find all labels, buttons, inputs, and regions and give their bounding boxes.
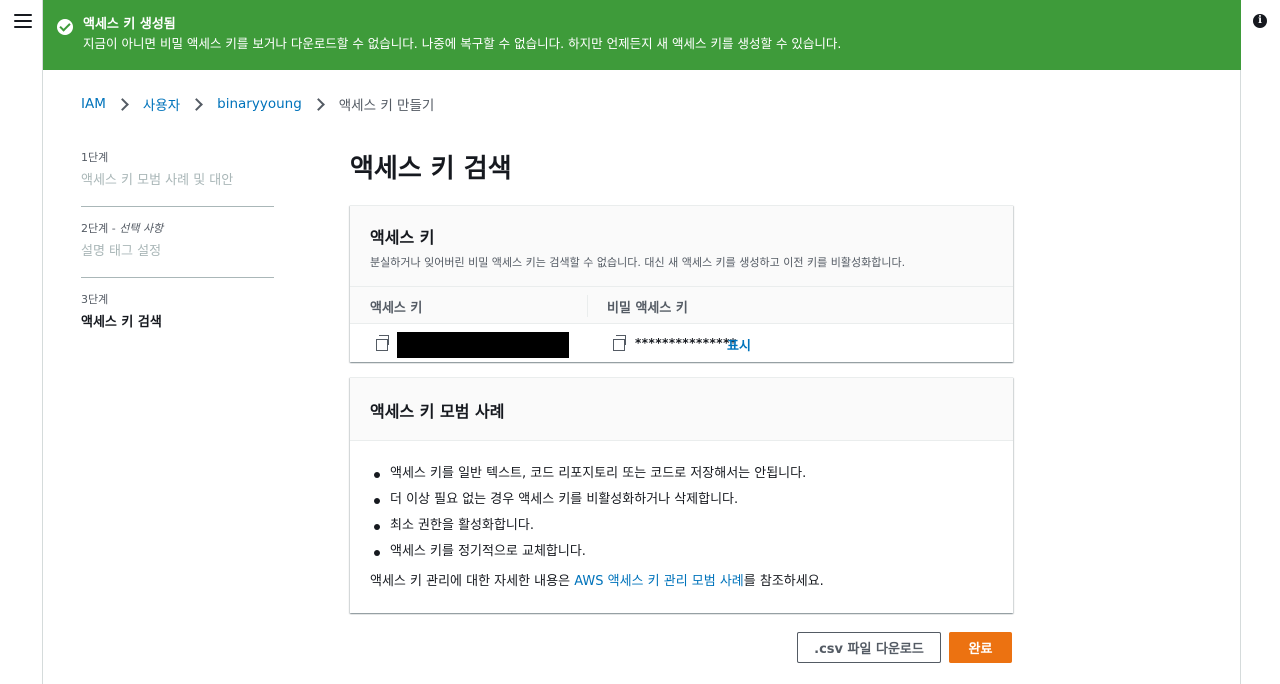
step-2-number-text: 2단계 -	[81, 222, 120, 235]
left-navigation-rail	[0, 0, 43, 684]
list-item: 액세스 키를 정기적으로 교체합니다.	[370, 539, 993, 565]
step-1-number: 1단계	[81, 151, 109, 164]
note-suffix: 를 참조하세요.	[743, 574, 824, 589]
check-circle-icon	[57, 19, 73, 35]
secret-key-masked: ***************	[635, 336, 737, 350]
access-key-panel: 액세스 키 분실하거나 잊어버린 비밀 액세스 키는 검색할 수 없습니다. 대…	[350, 205, 1013, 362]
access-key-panel-header: 액세스 키 분실하거나 잊어버린 비밀 액세스 키는 검색할 수 없습니다. 대…	[350, 206, 1013, 286]
success-flash-banner: 액세스 키 생성됨 지금이 아니면 비밀 액세스 키를 보거나 다운로드할 수 …	[43, 0, 1241, 70]
best-practices-panel: 액세스 키 모범 사례 액세스 키를 일반 텍스트, 코드 리포지토리 또는 코…	[350, 377, 1013, 613]
chevron-right-icon	[116, 97, 129, 111]
breadcrumb-current: 액세스 키 만들기	[338, 98, 435, 114]
best-practices-title: 액세스 키 모범 사례	[370, 402, 505, 421]
note-prefix: 액세스 키 관리에 대한 자세한 내용은	[370, 574, 575, 589]
show-secret-link[interactable]: 표시	[727, 335, 751, 354]
access-key-panel-title: 액세스 키	[370, 228, 435, 247]
right-help-rail: i	[1240, 0, 1280, 684]
best-practices-note: 액세스 키 관리에 대한 자세한 내용은 AWS 액세스 키 관리 모범 사례를…	[370, 569, 993, 595]
flash-title: 액세스 키 생성됨	[83, 17, 176, 32]
breadcrumb-users[interactable]: 사용자	[143, 94, 180, 114]
key-table-header: 액세스 키 비밀 액세스 키	[350, 286, 1013, 324]
info-icon[interactable]: i	[1253, 14, 1267, 28]
column-divider	[587, 295, 588, 317]
col-access-key: 액세스 키	[370, 301, 423, 316]
step-3-number: 3단계	[81, 293, 109, 306]
chevron-right-icon	[311, 97, 325, 111]
hamburger-menu-icon[interactable]	[14, 14, 32, 30]
download-csv-button[interactable]: .csv 파일 다운로드	[797, 632, 941, 663]
best-practices-header: 액세스 키 모범 사례	[350, 378, 1013, 441]
chevron-right-icon	[190, 97, 204, 111]
copy-secret-key-icon[interactable]	[613, 335, 626, 351]
best-practices-link[interactable]: AWS 액세스 키 관리 모범 사례	[574, 574, 744, 589]
redacted-access-key	[397, 332, 569, 358]
page-title: 액세스 키 검색	[350, 154, 512, 184]
access-key-panel-subtitle: 분실하거나 잊어버린 비밀 액세스 키는 검색할 수 없습니다. 대신 새 액세…	[370, 256, 906, 269]
step-3: 3단계 액세스 키 검색	[81, 292, 274, 348]
list-item: 최소 권한을 활성화합니다.	[370, 513, 993, 539]
best-practices-body: 액세스 키를 일반 텍스트, 코드 리포지토리 또는 코드로 저장해서는 안됩니…	[350, 441, 1013, 595]
step-2: 2단계 - 선택 사항 설명 태그 설정	[81, 221, 274, 278]
wizard-steps: 1단계 액세스 키 모범 사례 및 대안 2단계 - 선택 사항 설명 태그 설…	[81, 150, 274, 362]
key-table-row: *************** 표시	[350, 324, 1013, 363]
list-item: 액세스 키를 일반 텍스트, 코드 리포지토리 또는 코드로 저장해서는 안됩니…	[370, 461, 993, 487]
step-2-number: 2단계 - 선택 사항	[81, 221, 274, 237]
list-item: 더 이상 필요 없는 경우 액세스 키를 비활성화하거나 삭제합니다.	[370, 487, 993, 513]
col-secret-key: 비밀 액세스 키	[607, 301, 688, 316]
breadcrumb-user[interactable]: binaryyoung	[217, 96, 302, 112]
step-2-title: 설명 태그 설정	[81, 244, 162, 259]
flash-description: 지금이 아니면 비밀 액세스 키를 보거나 다운로드할 수 없습니다. 나중에 …	[83, 36, 842, 51]
done-button[interactable]: 완료	[949, 632, 1012, 663]
step-3-title: 액세스 키 검색	[81, 315, 162, 330]
step-1-title: 액세스 키 모범 사례 및 대안	[81, 173, 234, 188]
step-1: 1단계 액세스 키 모범 사례 및 대안	[81, 150, 274, 207]
breadcrumb-iam[interactable]: IAM	[81, 96, 106, 112]
best-practices-list: 액세스 키를 일반 텍스트, 코드 리포지토리 또는 코드로 저장해서는 안됩니…	[370, 461, 993, 565]
copy-access-key-icon[interactable]	[376, 335, 389, 351]
breadcrumb: IAM 사용자 binaryyoung 액세스 키 만들기	[81, 94, 434, 114]
step-2-optional: 선택 사항	[119, 222, 164, 235]
